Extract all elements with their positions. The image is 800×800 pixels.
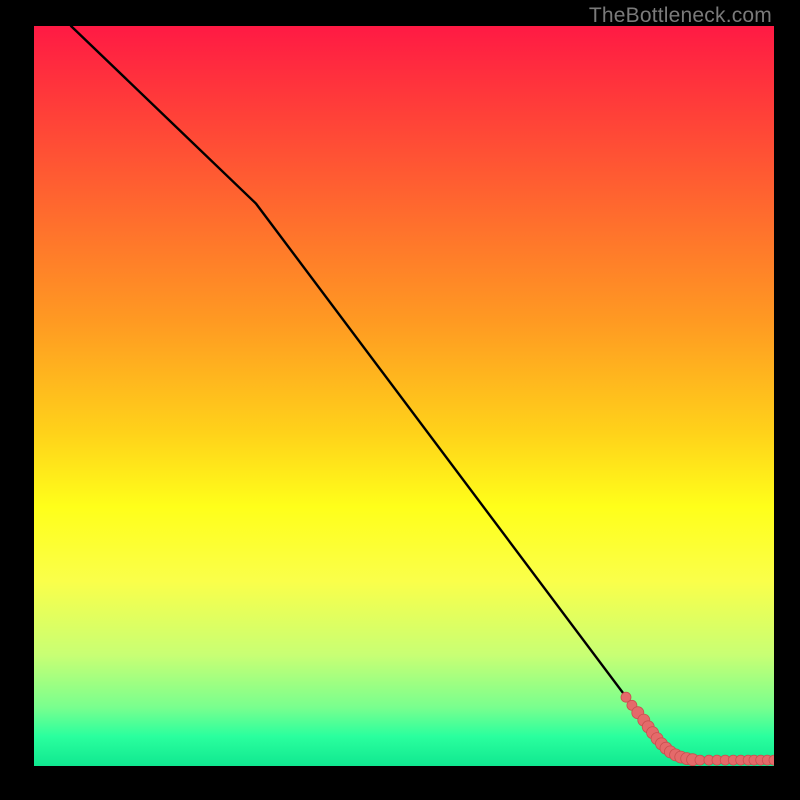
attribution-text: TheBottleneck.com [589,4,772,28]
data-markers [621,692,774,766]
chart-svg [34,26,774,766]
data-point [695,755,705,765]
chart-frame: TheBottleneck.com [0,0,800,800]
data-curve [71,26,774,760]
plot-area [34,26,774,766]
